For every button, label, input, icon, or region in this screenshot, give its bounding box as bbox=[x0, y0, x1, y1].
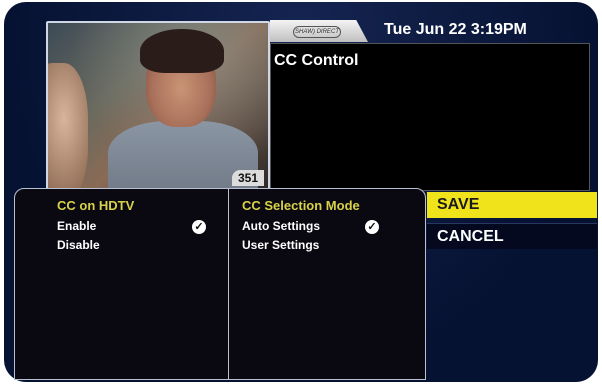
cc-hdtv-heading: CC on HDTV bbox=[57, 198, 135, 213]
option-user-settings[interactable]: User Settings bbox=[242, 238, 319, 252]
option-enable[interactable]: Enable bbox=[57, 219, 96, 233]
video-person-hair bbox=[140, 29, 224, 73]
save-button[interactable]: SAVE bbox=[427, 192, 597, 218]
brand-logo: SHAW) DIRECT bbox=[293, 26, 341, 38]
channel-number: 351 bbox=[231, 170, 264, 186]
cancel-button[interactable]: CANCEL bbox=[427, 223, 597, 249]
option-auto-settings[interactable]: Auto Settings bbox=[242, 219, 320, 233]
option-disable[interactable]: Disable bbox=[57, 238, 100, 252]
date-time: Tue Jun 22 3:19PM bbox=[384, 21, 527, 38]
cc-mode-heading: CC Selection Mode bbox=[242, 198, 360, 213]
checkmark-icon: ✓ bbox=[365, 220, 379, 234]
video-preview: 351 bbox=[46, 21, 270, 190]
settings-panel: CC on HDTV Enable ✓ Disable CC Selection… bbox=[14, 188, 426, 380]
checkmark-icon: ✓ bbox=[192, 220, 206, 234]
video-foreground-person bbox=[48, 63, 88, 188]
panel-title: CC Control bbox=[274, 52, 359, 69]
column-divider bbox=[228, 189, 229, 379]
